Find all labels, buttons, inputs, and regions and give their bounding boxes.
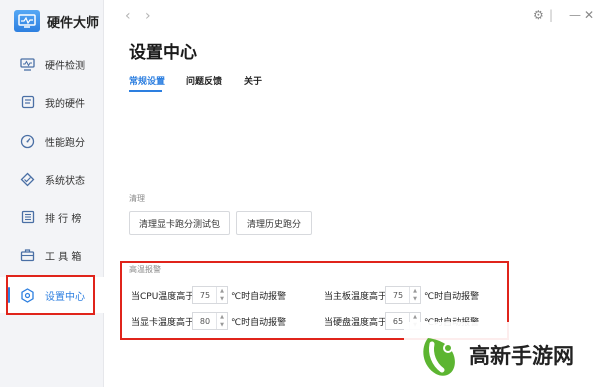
sidebar-item-label: 硬件检测 bbox=[45, 60, 85, 72]
back-button[interactable]: ‹ bbox=[125, 8, 131, 24]
window-divider: | bbox=[549, 8, 554, 22]
highlight-box-sidebar bbox=[6, 275, 95, 315]
clean-history-button[interactable]: 清理历史跑分 bbox=[236, 211, 312, 235]
settings-gear-icon[interactable]: ⚙ bbox=[533, 8, 544, 22]
card-icon bbox=[19, 94, 36, 111]
sidebar-item-label: 工 具 箱 bbox=[45, 251, 82, 263]
sidebar-item-label: 系统状态 bbox=[45, 175, 85, 187]
toolbox-icon bbox=[19, 247, 36, 264]
forward-button[interactable]: › bbox=[145, 8, 151, 24]
sidebar-item-label: 性能跑分 bbox=[45, 137, 85, 149]
topbar: ‹ › ⚙ | — ✕ bbox=[104, 0, 600, 34]
tab-feedback[interactable]: 问题反馈 bbox=[186, 74, 222, 87]
minimize-button[interactable]: — bbox=[569, 8, 581, 22]
app-logo-icon bbox=[14, 10, 40, 32]
monitor-icon bbox=[19, 56, 36, 73]
tab-about[interactable]: 关于 bbox=[244, 74, 262, 87]
leaf-logo-icon bbox=[418, 330, 462, 384]
tab-active-underline bbox=[129, 90, 162, 92]
sidebar-item-ranking[interactable]: 排 行 榜 bbox=[0, 199, 104, 235]
sidebar-item-toolbox[interactable]: 工 具 箱 bbox=[0, 237, 104, 273]
sidebar-item-label: 我的硬件 bbox=[45, 98, 85, 110]
tab-general-settings[interactable]: 常规设置 bbox=[129, 74, 165, 87]
close-button[interactable]: ✕ bbox=[584, 8, 594, 22]
sidebar-item-system-status[interactable]: 系统状态 bbox=[0, 161, 104, 197]
brand: 硬件大师 bbox=[14, 8, 99, 34]
gauge-icon bbox=[19, 133, 36, 150]
app-name: 硬件大师 bbox=[47, 15, 100, 31]
sidebar-item-label: 排 行 榜 bbox=[45, 213, 82, 225]
sidebar-item-my-hardware[interactable]: 我的硬件 bbox=[0, 84, 104, 120]
section-label-clean: 清理 bbox=[129, 194, 145, 203]
sidebar: 硬件大师 硬件检测 我的硬件 性能跑分 系统状态 排 行 榜 工 具 箱 设置中… bbox=[0, 0, 104, 387]
watermark: 高新手游网 bbox=[404, 322, 600, 387]
sidebar-item-performance[interactable]: 性能跑分 bbox=[0, 123, 104, 159]
page-title: 设置中心 bbox=[129, 43, 197, 63]
list-icon bbox=[19, 209, 36, 226]
watermark-text: 高新手游网 bbox=[469, 344, 574, 368]
diamond-icon bbox=[19, 171, 36, 188]
clean-gpu-benchmark-button[interactable]: 清理显卡跑分测试包 bbox=[129, 211, 230, 235]
sidebar-item-hardware-detect[interactable]: 硬件检测 bbox=[0, 46, 104, 82]
